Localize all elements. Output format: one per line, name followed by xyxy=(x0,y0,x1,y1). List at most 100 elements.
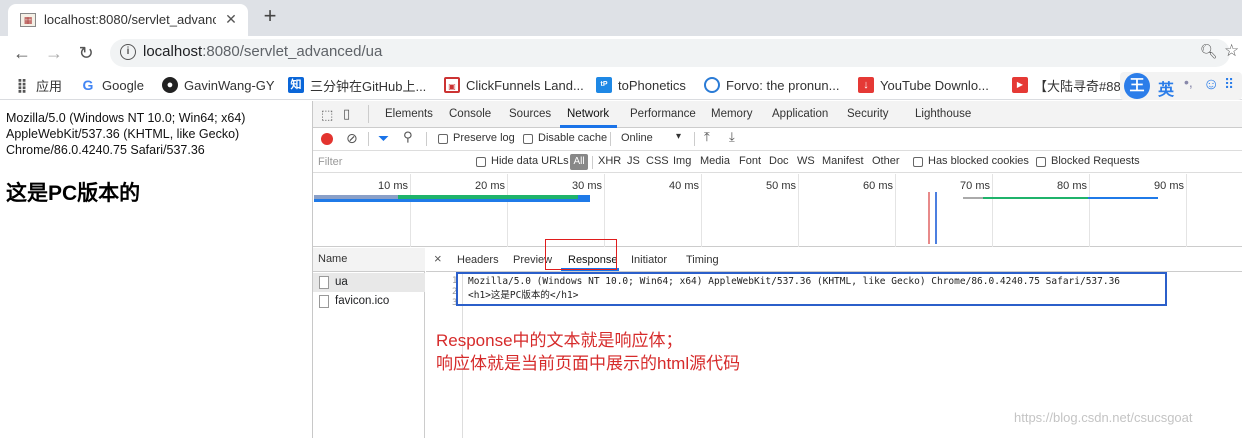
response-line[interactable]: <h1>这是PC版本的</h1> xyxy=(468,287,578,301)
tab-elements[interactable]: Elements xyxy=(385,108,433,120)
bookmark-star-icon[interactable]: ☆ xyxy=(1224,41,1239,61)
preserve-log-checkbox[interactable] xyxy=(438,134,448,144)
hide-data-urls-label: Hide data URLs xyxy=(491,155,569,167)
response-line[interactable]: Mozilla/5.0 (Windows NT 10.0; Win64; x64… xyxy=(468,276,1120,287)
ime-more-icon[interactable]: ⠿ xyxy=(1224,76,1234,93)
request-row-ua[interactable]: ua xyxy=(313,273,425,292)
filter-css[interactable]: CSS xyxy=(646,155,669,167)
tick-label: 10 ms xyxy=(378,180,408,192)
favicon-bar-waiting xyxy=(963,197,983,199)
bookmark-clickfunnels[interactable]: ▣ ClickFunnels Land... xyxy=(444,75,584,95)
annotation-text: Response中的文本就是响应体； 响应体就是当前页面中展示的html源代码 xyxy=(436,329,740,375)
tab-headers[interactable]: Headers xyxy=(457,254,499,266)
bookmark-forvo[interactable]: Forvo: the pronun... xyxy=(704,75,839,95)
grid-line xyxy=(1186,174,1187,247)
ime-emoji-icon[interactable]: ☺ xyxy=(1203,76,1219,94)
filter-js[interactable]: JS xyxy=(627,155,640,167)
bookmark-github[interactable]: ● GavinWang-GY xyxy=(162,75,275,95)
forvo-icon xyxy=(704,77,720,93)
filter-funnel-icon[interactable]: ⏷ xyxy=(378,130,389,147)
bookmark-youtube-video[interactable]: ▶ 【大陆寻奇#882 xyxy=(1012,75,1128,95)
disable-cache-checkbox[interactable] xyxy=(523,134,533,144)
forward-arrow-icon[interactable]: → xyxy=(42,41,66,65)
tab-console[interactable]: Console xyxy=(449,108,491,120)
tab-security[interactable]: Security xyxy=(847,108,889,120)
download-icon: ↓ xyxy=(858,77,874,93)
blocked-cookies-label: Has blocked cookies xyxy=(928,155,1029,167)
tab-title: localhost:8080/servlet_advanced/ua xyxy=(44,12,216,27)
ua-line: AppleWebKit/537.36 (KHTML, like Gecko) xyxy=(6,127,240,141)
watermark: https://blog.csdn.net/csucsgoat xyxy=(1014,410,1193,425)
tab-close-icon[interactable]: ✕ xyxy=(222,10,240,28)
export-har-icon[interactable]: ⤓ xyxy=(729,129,735,145)
filter-ws[interactable]: WS xyxy=(797,155,815,167)
reload-icon[interactable]: ↻ xyxy=(74,41,98,65)
tick-label: 80 ms xyxy=(1057,180,1087,192)
ime-language-toggle[interactable]: 英 xyxy=(1158,76,1174,100)
name-column-header[interactable]: Name xyxy=(313,248,425,272)
ime-punctuation-icon[interactable]: •, xyxy=(1184,74,1193,90)
page-favicon-icon: ▦ xyxy=(20,13,36,27)
import-har-icon[interactable]: ⤒ xyxy=(704,129,710,145)
name-header-label: Name xyxy=(318,253,348,265)
annotation-line: Response中的文本就是响应体； xyxy=(436,331,683,350)
tab-sources[interactable]: Sources xyxy=(509,108,551,120)
tab-network[interactable]: Network xyxy=(567,108,609,120)
clickfunnels-icon: ▣ xyxy=(444,77,460,93)
throttling-select[interactable]: Online xyxy=(621,132,653,144)
blocked-requests-checkbox[interactable] xyxy=(1036,157,1046,167)
blocked-requests-label: Blocked Requests xyxy=(1051,155,1140,167)
chevron-down-icon[interactable]: ▾ xyxy=(676,131,681,142)
zhihu-icon: 知 xyxy=(288,77,304,93)
record-button[interactable] xyxy=(321,133,333,145)
new-tab-button[interactable]: + xyxy=(258,4,282,28)
grid-line xyxy=(798,174,799,247)
back-arrow-icon[interactable]: ← xyxy=(10,41,34,65)
tab-timing[interactable]: Timing xyxy=(686,254,719,266)
url-path: :8080/servlet_advanced/ua xyxy=(202,43,383,60)
filter-img[interactable]: Img xyxy=(673,155,691,167)
bookmark-youtube-downloader[interactable]: ↓ YouTube Downlo... xyxy=(858,75,989,95)
hide-data-urls-checkbox[interactable] xyxy=(476,157,486,167)
request-row-favicon[interactable]: favicon.ico xyxy=(313,292,425,311)
tab-initiator[interactable]: Initiator xyxy=(631,254,667,266)
close-detail-icon[interactable]: × xyxy=(434,251,442,266)
request-bar-doc xyxy=(314,199,590,202)
ua-line: Chrome/86.0.4240.75 Safari/537.36 xyxy=(6,143,205,157)
tab-memory[interactable]: Memory xyxy=(711,108,753,120)
filter-divider xyxy=(592,156,593,169)
site-info-icon[interactable]: i xyxy=(120,44,136,60)
device-toolbar-icon[interactable]: ▯ xyxy=(343,106,350,122)
search-icon[interactable]: ⚲ xyxy=(403,129,413,145)
bookmark-apps[interactable]: ⣿ 应用 xyxy=(14,75,62,95)
bookmark-zhihu[interactable]: 知三分钟在GitHub上... xyxy=(288,75,426,95)
tab-performance[interactable]: Performance xyxy=(630,108,696,120)
bookmark-label: ClickFunnels Land... xyxy=(466,77,584,93)
apps-grid-icon: ⣿ xyxy=(16,77,28,93)
browser-tab[interactable]: ▦ localhost:8080/servlet_advanced/ua ✕ xyxy=(8,4,248,36)
filter-doc[interactable]: Doc xyxy=(769,155,789,167)
tick-label: 70 ms xyxy=(960,180,990,192)
favicon-bar-ttfb xyxy=(983,197,1088,199)
filter-input[interactable]: Filter xyxy=(316,154,466,170)
ime-logo-icon[interactable]: 王 xyxy=(1124,73,1150,99)
inspect-element-icon[interactable]: ⬚ xyxy=(321,107,333,123)
google-icon: G xyxy=(82,77,94,93)
filter-all-button[interactable]: All xyxy=(570,154,588,170)
blocked-cookies-checkbox[interactable] xyxy=(913,157,923,167)
url-text[interactable]: localhost:8080/servlet_advanced/ua xyxy=(143,43,382,60)
tab-application[interactable]: Application xyxy=(772,108,828,120)
bookmark-google[interactable]: G Google xyxy=(80,75,144,95)
bookmark-tophonetics[interactable]: tP toPhonetics xyxy=(596,75,686,95)
document-icon xyxy=(319,295,329,308)
clear-icon[interactable]: ⊘ xyxy=(346,130,358,147)
zoom-icon[interactable]: 🔍︎ xyxy=(1200,43,1218,60)
filter-xhr[interactable]: XHR xyxy=(598,155,621,167)
filter-font[interactable]: Font xyxy=(739,155,761,167)
tab-lighthouse[interactable]: Lighthouse xyxy=(915,108,971,120)
youtube-icon: ▶ xyxy=(1012,77,1028,93)
filter-media[interactable]: Media xyxy=(700,155,730,167)
filter-other[interactable]: Other xyxy=(872,155,900,167)
filter-manifest[interactable]: Manifest xyxy=(822,155,864,167)
bookmark-label: GavinWang-GY xyxy=(184,77,275,93)
